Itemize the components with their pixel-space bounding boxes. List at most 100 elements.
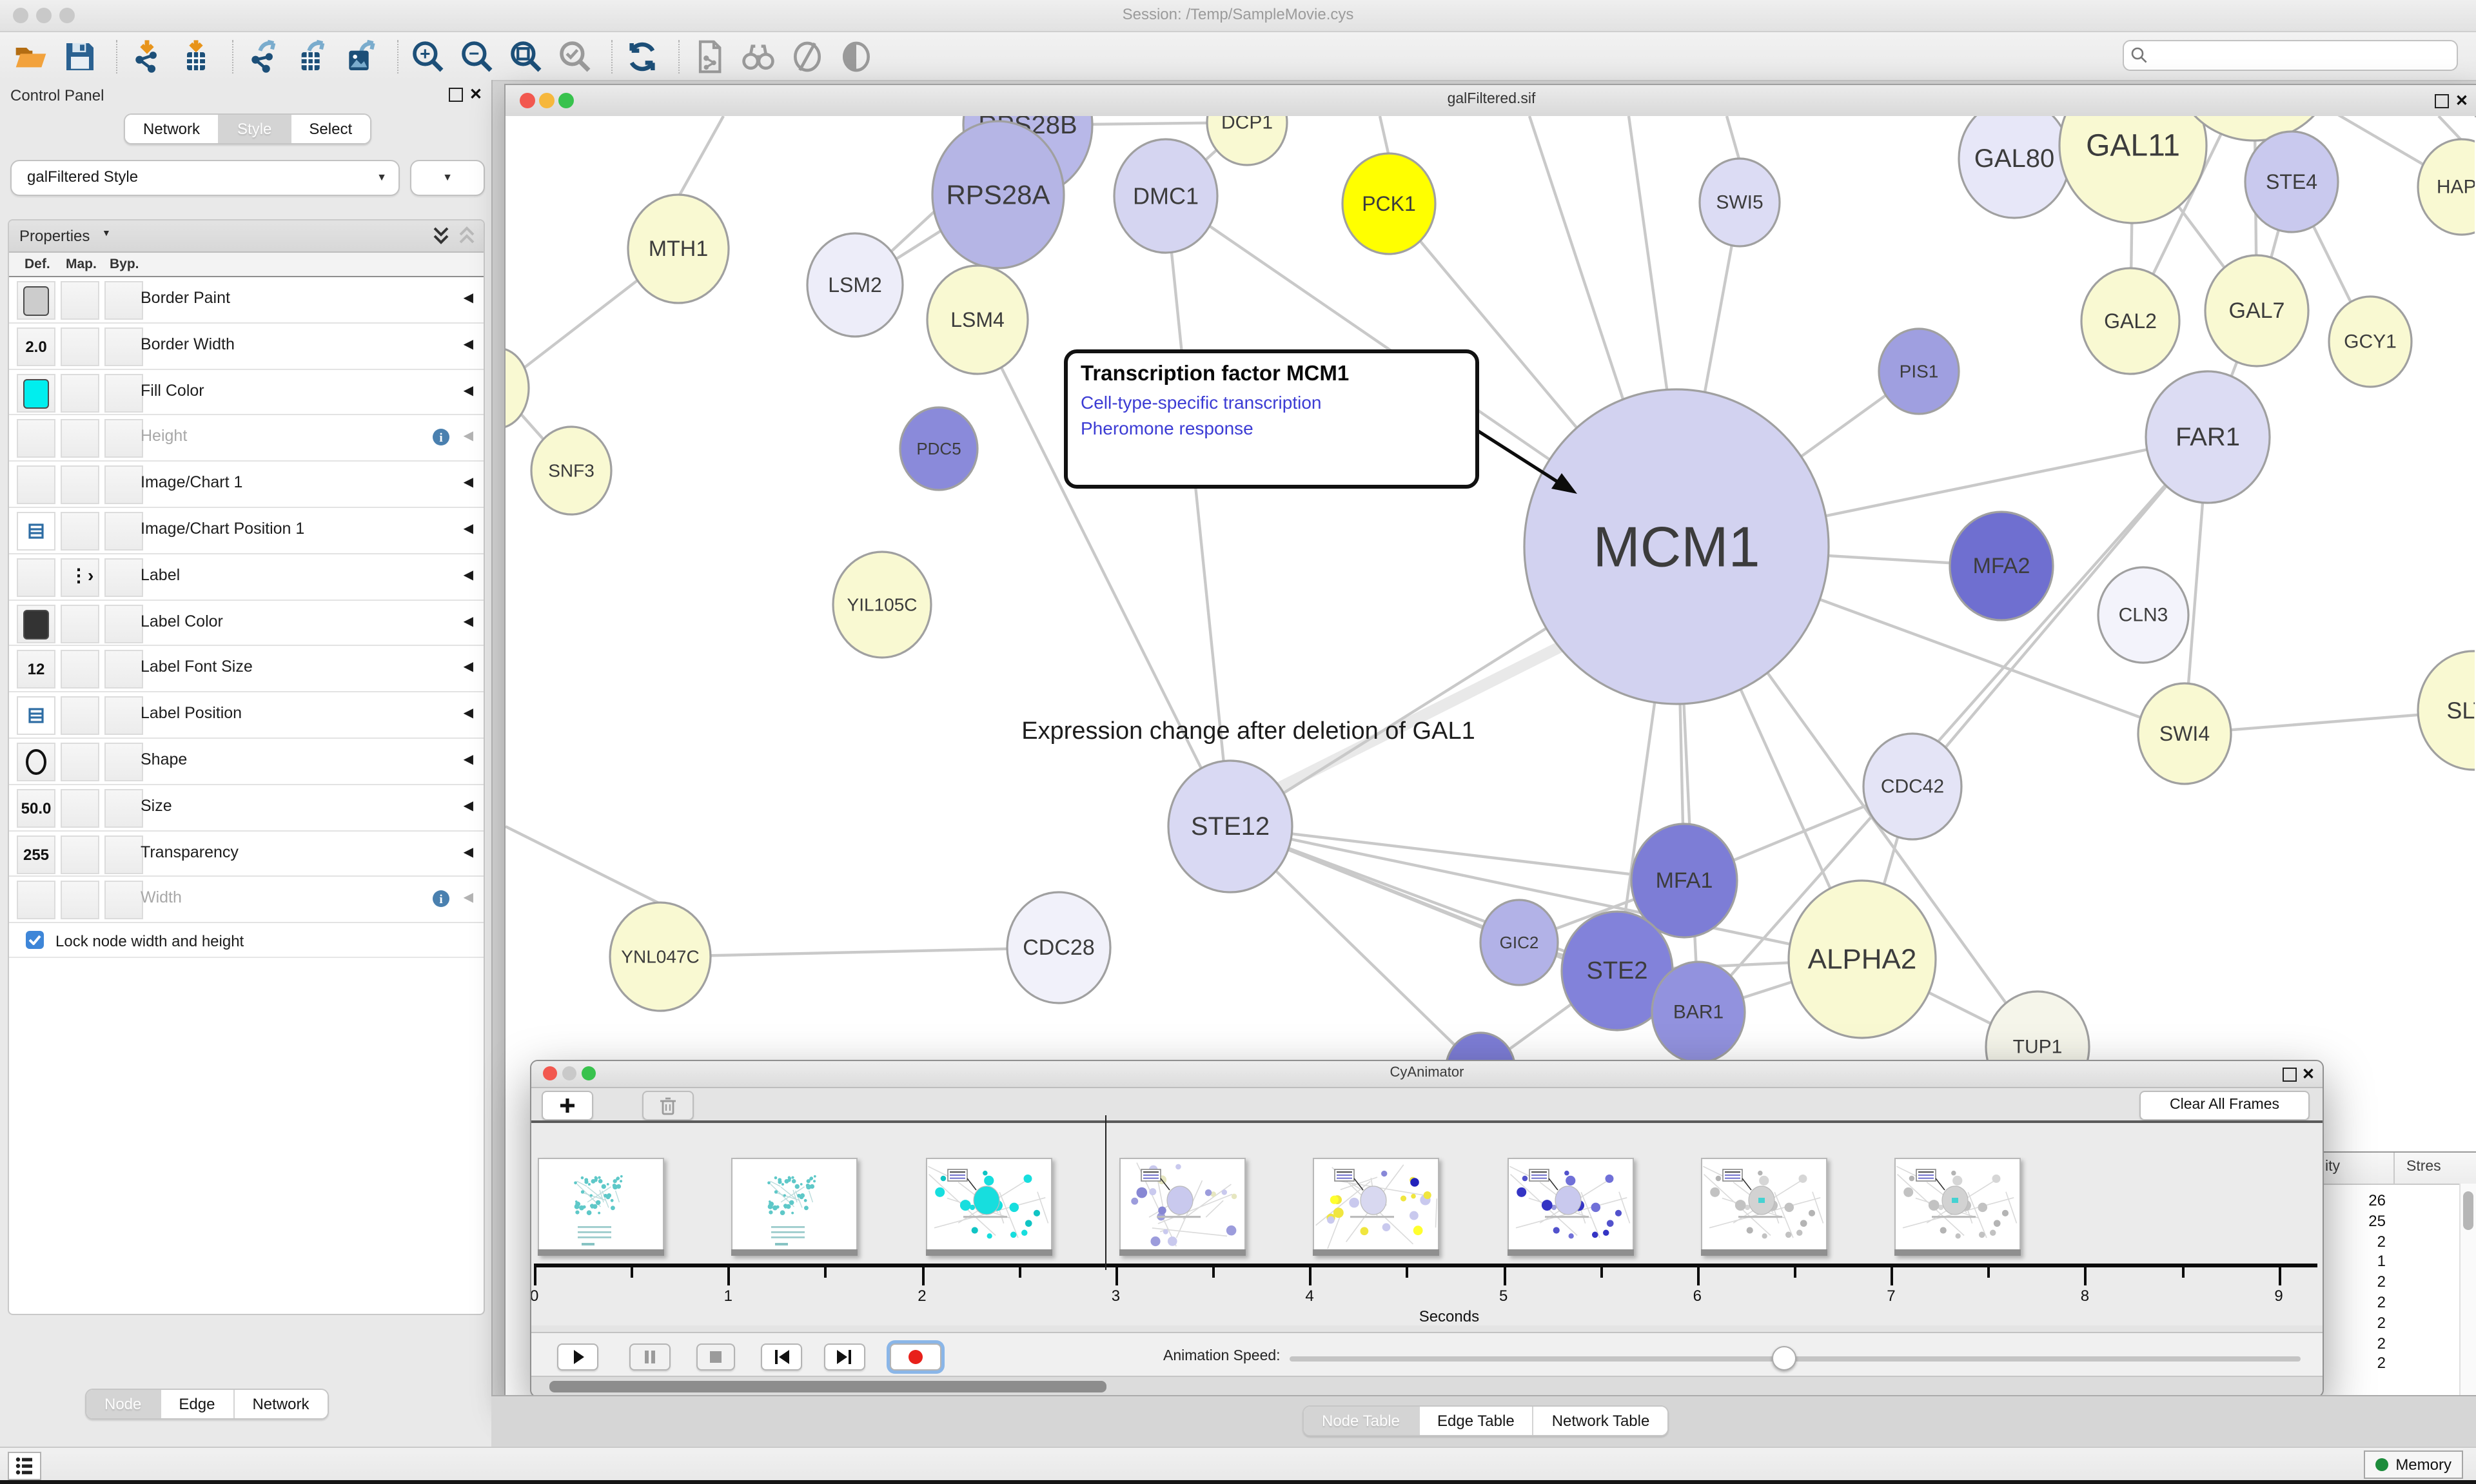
table-cell[interactable]: 1: [2321, 1253, 2386, 1271]
default-value-cell[interactable]: [17, 881, 55, 920]
node-CLN3[interactable]: CLN3: [2098, 567, 2188, 663]
zoom-in-icon[interactable]: +: [410, 39, 446, 75]
save-icon[interactable]: [62, 39, 98, 75]
node-DCP1[interactable]: DCP1: [1207, 116, 1287, 165]
bypass-cell[interactable]: [104, 281, 143, 320]
property-row-label[interactable]: ⋮›Label◀: [9, 554, 484, 601]
expand-property-icon[interactable]: ◀: [464, 707, 473, 721]
property-row-transparency[interactable]: 255Transparency◀: [9, 831, 484, 877]
panel-tab-edge[interactable]: Edge: [161, 1390, 234, 1418]
open-folder-icon[interactable]: [13, 39, 49, 75]
node-GAL2[interactable]: GAL2: [2081, 268, 2179, 374]
mapping-cell[interactable]: [61, 835, 99, 874]
edge-CDC28-YNL047C[interactable]: [660, 948, 1059, 957]
table-cell[interactable]: 2: [2321, 1293, 2386, 1311]
mapping-cell[interactable]: [61, 327, 99, 366]
timeline-hscrollbar[interactable]: [531, 1376, 2323, 1396]
mapping-cell[interactable]: [61, 281, 99, 320]
import-network-icon[interactable]: [129, 39, 165, 75]
property-row-width[interactable]: Widthi◀: [9, 877, 484, 924]
table-vertical-scrollbar[interactable]: [2459, 1184, 2476, 1400]
default-value-cell[interactable]: [17, 281, 55, 320]
table-cell[interactable]: 2: [2321, 1354, 2386, 1372]
annotation-link[interactable]: Pheromone response: [1081, 418, 1462, 438]
default-value-cell[interactable]: 12: [17, 650, 55, 689]
add-frame-button[interactable]: [542, 1091, 593, 1120]
default-value-cell[interactable]: 50.0: [17, 789, 55, 828]
node-SLT2[interactable]: SLT2: [2418, 651, 2475, 770]
node-GAL7[interactable]: GAL7: [2205, 255, 2308, 366]
node-LSM4[interactable]: LSM4: [927, 266, 1028, 374]
stop-button[interactable]: [696, 1343, 735, 1371]
mapping-cell[interactable]: ⋮›: [61, 558, 99, 597]
memory-button[interactable]: Memory: [2363, 1450, 2463, 1479]
float-cyanimator-icon[interactable]: [2283, 1068, 2297, 1082]
close-cyanimator-x-icon[interactable]: ✕: [2302, 1068, 2315, 1080]
bypass-cell[interactable]: [104, 420, 143, 458]
expand-property-icon[interactable]: ◀: [464, 522, 473, 536]
node-GAL80[interactable]: GAL80: [1959, 116, 2070, 218]
expand-all-icon[interactable]: [432, 226, 450, 246]
lock-size-checkbox[interactable]: [26, 931, 44, 949]
style-options-button[interactable]: ▼: [410, 160, 485, 196]
mapping-cell[interactable]: [61, 512, 99, 551]
properties-header[interactable]: Properties ▼: [9, 220, 484, 253]
pause-button[interactable]: [629, 1343, 671, 1371]
cyanimator-titlebar[interactable]: CyAnimator ✕: [531, 1061, 2323, 1088]
expand-property-icon[interactable]: ◀: [464, 338, 473, 352]
mapping-cell[interactable]: [61, 743, 99, 781]
float-network-icon[interactable]: [2435, 94, 2449, 108]
expand-property-icon[interactable]: ◀: [464, 384, 473, 398]
default-value-cell[interactable]: [17, 512, 55, 551]
property-row-height[interactable]: Heighti◀: [9, 416, 484, 462]
table-cell[interactable]: 2: [2321, 1314, 2386, 1332]
node-SNF3[interactable]: SNF3: [531, 427, 611, 514]
node-SWI5[interactable]: SWI5: [1700, 159, 1780, 246]
node-ALPHA2[interactable]: ALPHA2: [1789, 881, 1936, 1038]
info-icon[interactable]: i: [432, 429, 450, 453]
skip-to-start-button[interactable]: [761, 1343, 802, 1371]
default-value-cell[interactable]: [17, 373, 55, 412]
clear-all-frames-button[interactable]: Clear All Frames: [2139, 1091, 2310, 1120]
export-table-icon[interactable]: [294, 39, 330, 75]
annotation-link[interactable]: Cell-type-specific transcription: [1081, 392, 1462, 413]
table-cell[interactable]: 2: [2321, 1232, 2386, 1250]
property-row-label-color[interactable]: Label Color◀: [9, 600, 484, 647]
default-value-cell[interactable]: 2.0: [17, 327, 55, 366]
bypass-cell[interactable]: [104, 835, 143, 874]
mapping-cell[interactable]: [61, 373, 99, 412]
table-cell[interactable]: 26: [2321, 1191, 2386, 1209]
node-GIC2[interactable]: GIC2: [1480, 900, 1558, 985]
node-RPS28A[interactable]: RPS28A: [932, 121, 1064, 268]
mapping-cell[interactable]: [61, 789, 99, 828]
node-SWI4[interactable]: SWI4: [2138, 683, 2231, 784]
table-cell[interactable]: 25: [2321, 1212, 2386, 1230]
tab-network[interactable]: Network: [125, 115, 219, 143]
network-window-titlebar[interactable]: galFiltered.sif ✕: [506, 85, 2476, 117]
expand-property-icon[interactable]: ◀: [464, 845, 473, 859]
expand-property-icon[interactable]: ◀: [464, 753, 473, 767]
node-LSM2[interactable]: LSM2: [807, 233, 903, 337]
bypass-cell[interactable]: [104, 327, 143, 366]
tab-select[interactable]: Select: [291, 115, 370, 143]
node-MFA2[interactable]: MFA2: [1950, 512, 2053, 620]
tab-network-table[interactable]: Network Table: [1534, 1407, 1668, 1435]
default-value-cell[interactable]: [17, 743, 55, 781]
node-BAR1[interactable]: BAR1: [1652, 962, 1745, 1062]
default-value-cell[interactable]: [17, 420, 55, 458]
node-YIL105C[interactable]: YIL105C: [833, 552, 931, 658]
node-PCK1[interactable]: PCK1: [1342, 153, 1435, 254]
binoculars-icon[interactable]: [740, 39, 776, 75]
zoom-fit-icon[interactable]: [508, 39, 544, 75]
default-value-cell[interactable]: 255: [17, 835, 55, 874]
property-row-shape[interactable]: Shape◀: [9, 739, 484, 785]
tab-style[interactable]: Style: [219, 115, 291, 143]
frame-thumbnail-3[interactable]: [1119, 1158, 1246, 1256]
info-icon[interactable]: i: [432, 890, 450, 915]
collapse-all-icon[interactable]: [458, 226, 476, 246]
bypass-cell[interactable]: [104, 650, 143, 689]
zoom-selected-icon[interactable]: [557, 39, 593, 75]
timeline[interactable]: 0123456789 Seconds: [531, 1123, 2323, 1325]
property-row-image-chart-1[interactable]: Image/Chart 1◀: [9, 462, 484, 508]
expand-property-icon[interactable]: ◀: [464, 291, 473, 306]
